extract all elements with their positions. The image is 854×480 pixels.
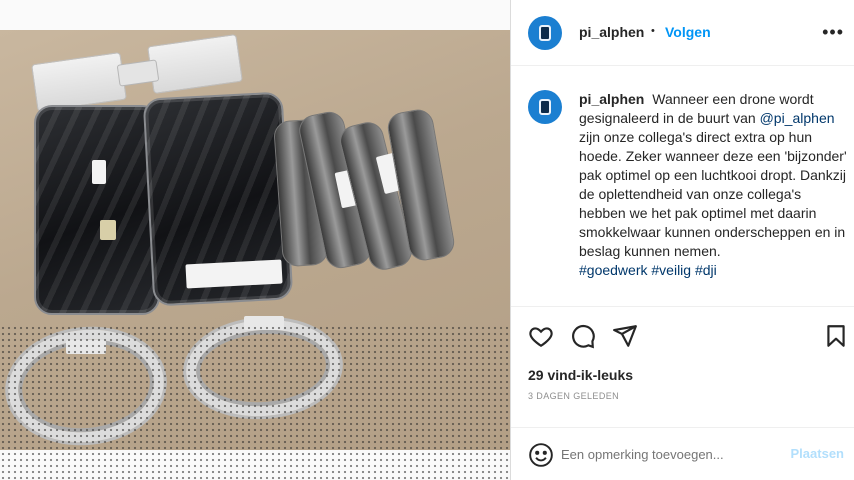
post-sidebar: pi_alphen • Volgen ••• pi_alphen Wanneer…	[511, 0, 854, 480]
post-header: pi_alphen • Volgen •••	[511, 0, 854, 66]
header-username[interactable]: pi_alphen	[579, 24, 644, 40]
phone-right-band	[185, 259, 283, 289]
hashtag-veilig[interactable]: #veilig	[651, 262, 691, 278]
more-icon[interactable]: •••	[822, 23, 844, 41]
heart-icon[interactable]	[528, 323, 554, 349]
cable-connector-right	[244, 316, 284, 330]
post-caption: pi_alphen Wanneer een drone wordt gesign…	[579, 90, 849, 280]
likes-count[interactable]: 29 vind-ik-leuks	[528, 367, 633, 383]
phone-left-card	[100, 220, 116, 240]
post-comment-button[interactable]: Plaatsen	[791, 446, 844, 461]
caption-avatar[interactable]	[528, 90, 562, 124]
header-separator: •	[651, 25, 655, 37]
photo-top-spacer	[0, 0, 510, 30]
post-photo[interactable]	[0, 30, 510, 450]
share-icon[interactable]	[612, 323, 638, 349]
charger-left	[31, 51, 127, 113]
avatar[interactable]	[528, 16, 562, 50]
caption-username[interactable]: pi_alphen	[579, 91, 644, 107]
hashtag-goedwerk[interactable]: #goedwerk	[579, 262, 648, 278]
post-actions: 29 vind-ik-leuks 3 DAGEN GELEDEN Plaatse…	[511, 306, 854, 480]
post-timestamp[interactable]: 3 DAGEN GELEDEN	[528, 391, 619, 401]
caption-body: zijn onze collega's direct extra op hun …	[579, 129, 847, 259]
cable-coil-right	[182, 314, 344, 422]
charger-right	[147, 33, 243, 95]
bookmark-icon[interactable]	[823, 323, 849, 349]
avatar-image	[539, 25, 551, 41]
phone-left-sticker	[92, 160, 106, 184]
caption-avatar-image	[539, 99, 551, 115]
comment-input[interactable]	[561, 444, 781, 464]
phone-left	[34, 105, 160, 315]
comment-icon[interactable]	[570, 323, 596, 349]
follow-button[interactable]: Volgen	[665, 24, 711, 40]
hashtag-dji[interactable]: #dji	[695, 262, 717, 278]
comment-bar: Plaatsen	[511, 427, 854, 480]
cable-connector-left	[66, 340, 106, 354]
caption-mention[interactable]: @pi_alphen	[760, 110, 835, 126]
emoji-icon[interactable]	[528, 442, 554, 468]
